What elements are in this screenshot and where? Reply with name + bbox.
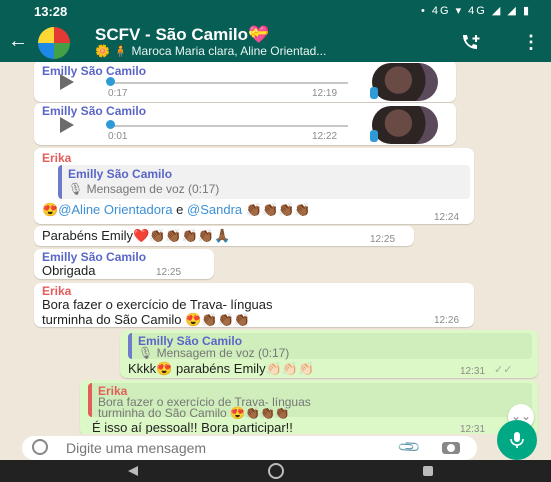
- text-message: Parabéns Emily❤️👏🏾👏🏾👏🏾👏🏾🙏🏾 12:25: [34, 226, 414, 246]
- text-message: Erika Bora fazer o exercício de Trava- l…: [34, 283, 474, 327]
- quoted-text-line: turminha do São Camilo 😍👏🏾👏🏾👏🏾: [98, 406, 290, 420]
- mic-button[interactable]: [497, 420, 537, 460]
- message-input[interactable]: [66, 440, 366, 456]
- voice-message: Emilly São Camilo 0:01 12:22: [34, 103, 456, 145]
- read-receipt-icon: ✓✓: [494, 364, 513, 376]
- reply-message: Erika Emilly São Camilo 🎙 Mensagem de vo…: [34, 148, 474, 224]
- compose-bar: 📎: [0, 434, 551, 460]
- emoji: 👏🏾👏🏾👏🏾👏🏾: [242, 202, 311, 217]
- mic-icon: [370, 130, 378, 142]
- message-time: 12:25: [156, 267, 182, 278]
- group-title[interactable]: SCFV - São Camilo💝: [95, 25, 269, 45]
- message-time: 12:26: [434, 315, 460, 326]
- outgoing-reply-message: Emilly São Camilo 🎙 Mensagem de voz (0:1…: [120, 330, 538, 378]
- message-text: Parabéns Emily❤️👏🏾👏🏾👏🏾👏🏾🙏🏾: [42, 228, 231, 243]
- mention-link[interactable]: @Sandra: [187, 202, 242, 217]
- message-text-line: Bora fazer o exercício de Trava- línguas: [42, 297, 273, 312]
- audio-seekbar[interactable]: [108, 125, 348, 127]
- quoted-message[interactable]: Erika Bora fazer o exercício de Trava- l…: [88, 383, 532, 420]
- voice-duration: 0:01: [108, 131, 128, 142]
- seek-handle[interactable]: [106, 120, 115, 129]
- message-text: Obrigada: [42, 263, 96, 278]
- voice-duration: 0:17: [108, 88, 128, 99]
- message-time: 12:19: [312, 88, 338, 99]
- message-sender: Emilly São Camilo: [42, 104, 147, 118]
- message-input-container: 📎: [22, 434, 477, 460]
- message-text: Kkkk😍 parabéns Emily👏🏻👏🏻👏🏻: [128, 361, 315, 376]
- add-call-icon[interactable]: [460, 33, 482, 51]
- quoted-message[interactable]: Emilly São Camilo 🎙 Mensagem de voz (0:1…: [58, 165, 470, 199]
- status-time: 13:28: [34, 4, 68, 19]
- mic-icon: [510, 432, 524, 448]
- attach-icon[interactable]: 📎: [396, 434, 422, 460]
- more-vert-icon[interactable]: ⋮: [522, 32, 540, 53]
- arrow-left-icon[interactable]: ←: [8, 31, 28, 51]
- message-time: 12:31: [460, 366, 486, 377]
- audio-seekbar[interactable]: [108, 82, 348, 84]
- message-sender: Erika: [42, 151, 72, 165]
- chat-header: ← SCFV - São Camilo💝 🌼 🧍 Maroca Maria cl…: [0, 22, 551, 62]
- message-sender: Erika: [42, 284, 72, 298]
- emoji: 😍: [42, 202, 59, 217]
- nav-back-icon[interactable]: [128, 466, 138, 476]
- group-avatar[interactable]: [38, 27, 70, 59]
- voice-message: Emilly São Camilo 0:17 12:19: [34, 62, 456, 102]
- message-text-line: turminha do São Camilo 😍👏🏾👏🏾👏🏾: [42, 312, 250, 327]
- status-bar: 13:28 • 4G ▾ 4G ◢ ◢ ▮: [0, 0, 551, 22]
- nav-home-icon[interactable]: [268, 463, 284, 479]
- seek-handle[interactable]: [106, 77, 115, 86]
- message-list[interactable]: Emilly São Camilo 0:17 12:19 Emilly São …: [0, 62, 551, 434]
- mention-link[interactable]: @Aline Orientadora: [58, 202, 172, 217]
- sender-avatar: [372, 106, 438, 144]
- play-icon[interactable]: [60, 117, 74, 133]
- message-time: 12:22: [312, 131, 338, 142]
- message-time: 12:24: [434, 212, 460, 223]
- message-time: 12:25: [370, 234, 396, 245]
- message-sender: Emilly São Camilo: [42, 64, 147, 78]
- play-icon[interactable]: [60, 74, 74, 90]
- status-icons: • 4G ▾ 4G ◢ ◢ ▮: [420, 5, 531, 17]
- quoted-sender: Emilly São Camilo: [68, 167, 173, 181]
- message-sender: Emilly São Camilo: [42, 250, 147, 264]
- text-message: Emilly São Camilo Obrigada 12:25: [34, 249, 214, 279]
- mic-icon: [370, 87, 378, 99]
- group-members[interactable]: 🌼 🧍 Maroca Maria clara, Aline Orientad..…: [95, 44, 326, 58]
- quoted-message[interactable]: Emilly São Camilo 🎙 Mensagem de voz (0:1…: [128, 333, 532, 360]
- outgoing-reply-message: Erika Bora fazer o exercício de Trava- l…: [80, 380, 538, 434]
- sender-avatar: [372, 63, 438, 101]
- quoted-text: 🎙 Mensagem de voz (0:17): [68, 182, 220, 196]
- system-nav-bar: [0, 460, 551, 482]
- message-text: É isso aí pessoal!! Bora participar!!: [92, 420, 293, 434]
- message-text-part: e: [172, 202, 188, 217]
- nav-recents-icon[interactable]: [423, 466, 433, 476]
- message-text: 😍@Aline Orientadora e @Sandra 👏🏾👏🏾👏🏾👏🏾: [42, 202, 311, 218]
- emoji-icon[interactable]: [32, 439, 48, 455]
- message-time: 12:31: [460, 424, 486, 434]
- quoted-text: 🎙 Mensagem de voz (0:17): [138, 346, 290, 360]
- camera-icon[interactable]: [442, 442, 460, 454]
